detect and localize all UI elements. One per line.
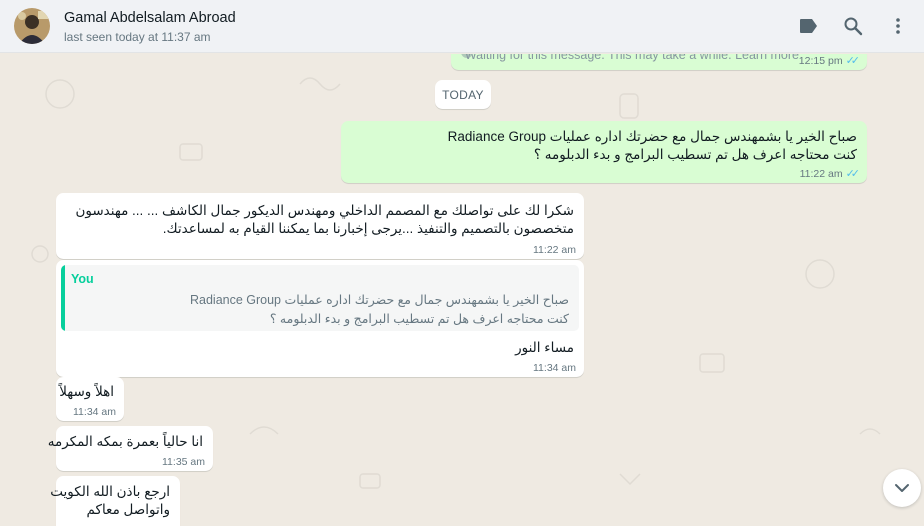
message-time: 11:35 am <box>162 456 205 468</box>
message-text: اهلاً وسهلاً <box>59 384 114 399</box>
message-text: واتواصل معاكم <box>86 502 170 517</box>
message-bubble-outgoing[interactable]: Waiting for this message. This may take … <box>451 54 867 70</box>
contact-status: last seen today at 11:37 am <box>64 30 211 44</box>
message-bubble-incoming[interactable]: اهلاً وسهلاً 11:34 am <box>56 377 124 421</box>
chat-header: Gamal Abdelsalam Abroad last seen today … <box>0 0 924 53</box>
quote-text: كنت محتاجه اعرف هل تم تسطيب البرامج و بد… <box>269 312 569 326</box>
message-text: شكرا لك على تواصلك مع المصمم الداخلي ومه… <box>75 203 574 218</box>
scroll-to-bottom-button[interactable] <box>883 469 921 507</box>
message-text: انا حالياً بعمرة بمكه المكرمه <box>47 434 203 449</box>
chat-area[interactable]: Waiting for this message. This may take … <box>0 54 924 526</box>
message-text: صباح الخير يا بشمهندس جمال مع حضرتك ادار… <box>447 129 857 144</box>
message-bubble-incoming[interactable]: You صباح الخير يا بشمهندس جمال مع حضرتك … <box>56 260 584 377</box>
message-text: مساء النور <box>515 340 574 355</box>
message-bubble-incoming[interactable]: انا حالياً بعمرة بمكه المكرمه 11:35 am <box>48 426 213 471</box>
menu-vertical-icon[interactable] <box>886 14 910 38</box>
message-time: 12:15 pm ✓✓ <box>799 54 861 68</box>
quote-text: صباح الخير يا بشمهندس جمال مع حضرتك ادار… <box>189 293 569 307</box>
avatar[interactable] <box>14 8 50 44</box>
quoted-message[interactable]: You صباح الخير يا بشمهندس جمال مع حضرتك … <box>61 265 579 331</box>
message-text: ارجع باذن الله الكويت <box>50 484 170 499</box>
double-check-icon: ✓✓ <box>845 168 861 180</box>
message-time: 11:34 am <box>73 406 116 418</box>
contact-name[interactable]: Gamal Abdelsalam Abroad <box>64 10 236 26</box>
quote-author: You <box>71 272 94 286</box>
message-time: 11:22 am ✓✓ <box>800 167 861 181</box>
chevron-down-icon <box>895 484 909 492</box>
message-text: Waiting for this message. This may take … <box>464 54 799 62</box>
label-icon[interactable] <box>797 14 821 38</box>
double-check-icon: ✓✓ <box>845 55 861 67</box>
message-text: كنت محتاجه اعرف هل تم تسطيب البرامج و بد… <box>533 147 857 162</box>
search-icon[interactable] <box>841 14 865 38</box>
message-bubble-incoming[interactable]: شكرا لك على تواصلك مع المصمم الداخلي ومه… <box>56 193 584 259</box>
message-time: 11:34 am <box>533 362 576 374</box>
message-bubble-incoming[interactable]: ارجع باذن الله الكويت واتواصل معاكم <box>50 476 180 526</box>
message-bubble-outgoing[interactable]: صباح الخير يا بشمهندس جمال مع حضرتك ادار… <box>341 121 867 183</box>
quote-accent-bar <box>61 265 65 331</box>
message-time: 11:22 am <box>533 244 576 256</box>
message-text: متخصصون بالتصميم والتنفيذ ...يرجى إخبارن… <box>162 221 574 236</box>
date-divider: TODAY <box>435 80 491 109</box>
